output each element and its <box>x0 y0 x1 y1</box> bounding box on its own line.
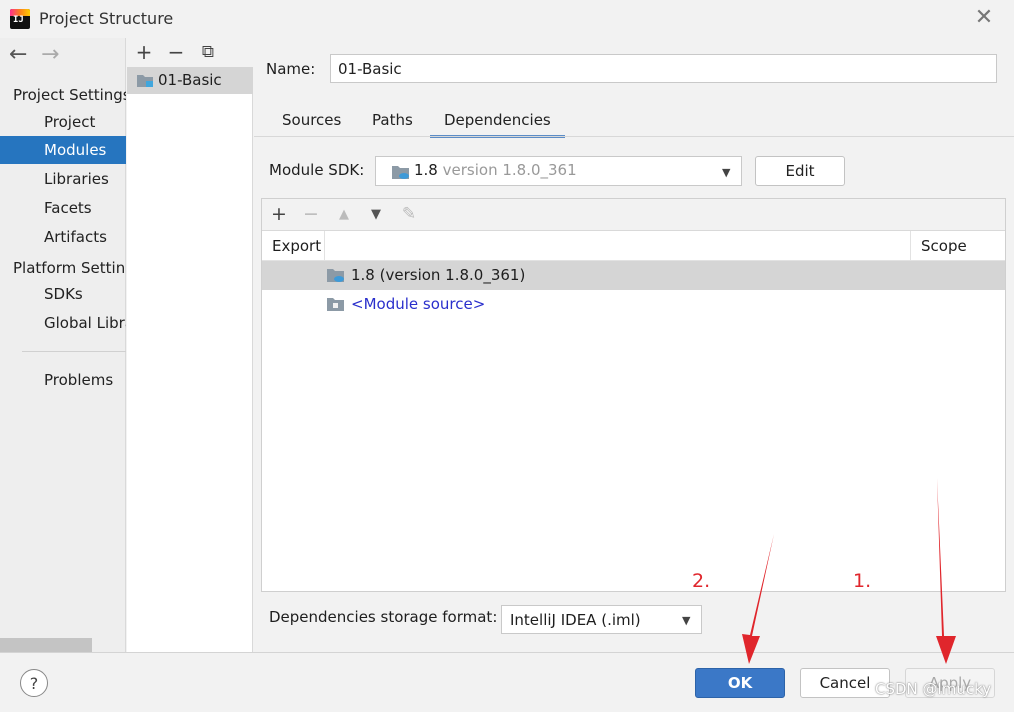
annotation-arrows <box>742 478 956 664</box>
arrow-to-ok <box>742 534 774 664</box>
arrow-to-apply <box>936 478 956 664</box>
